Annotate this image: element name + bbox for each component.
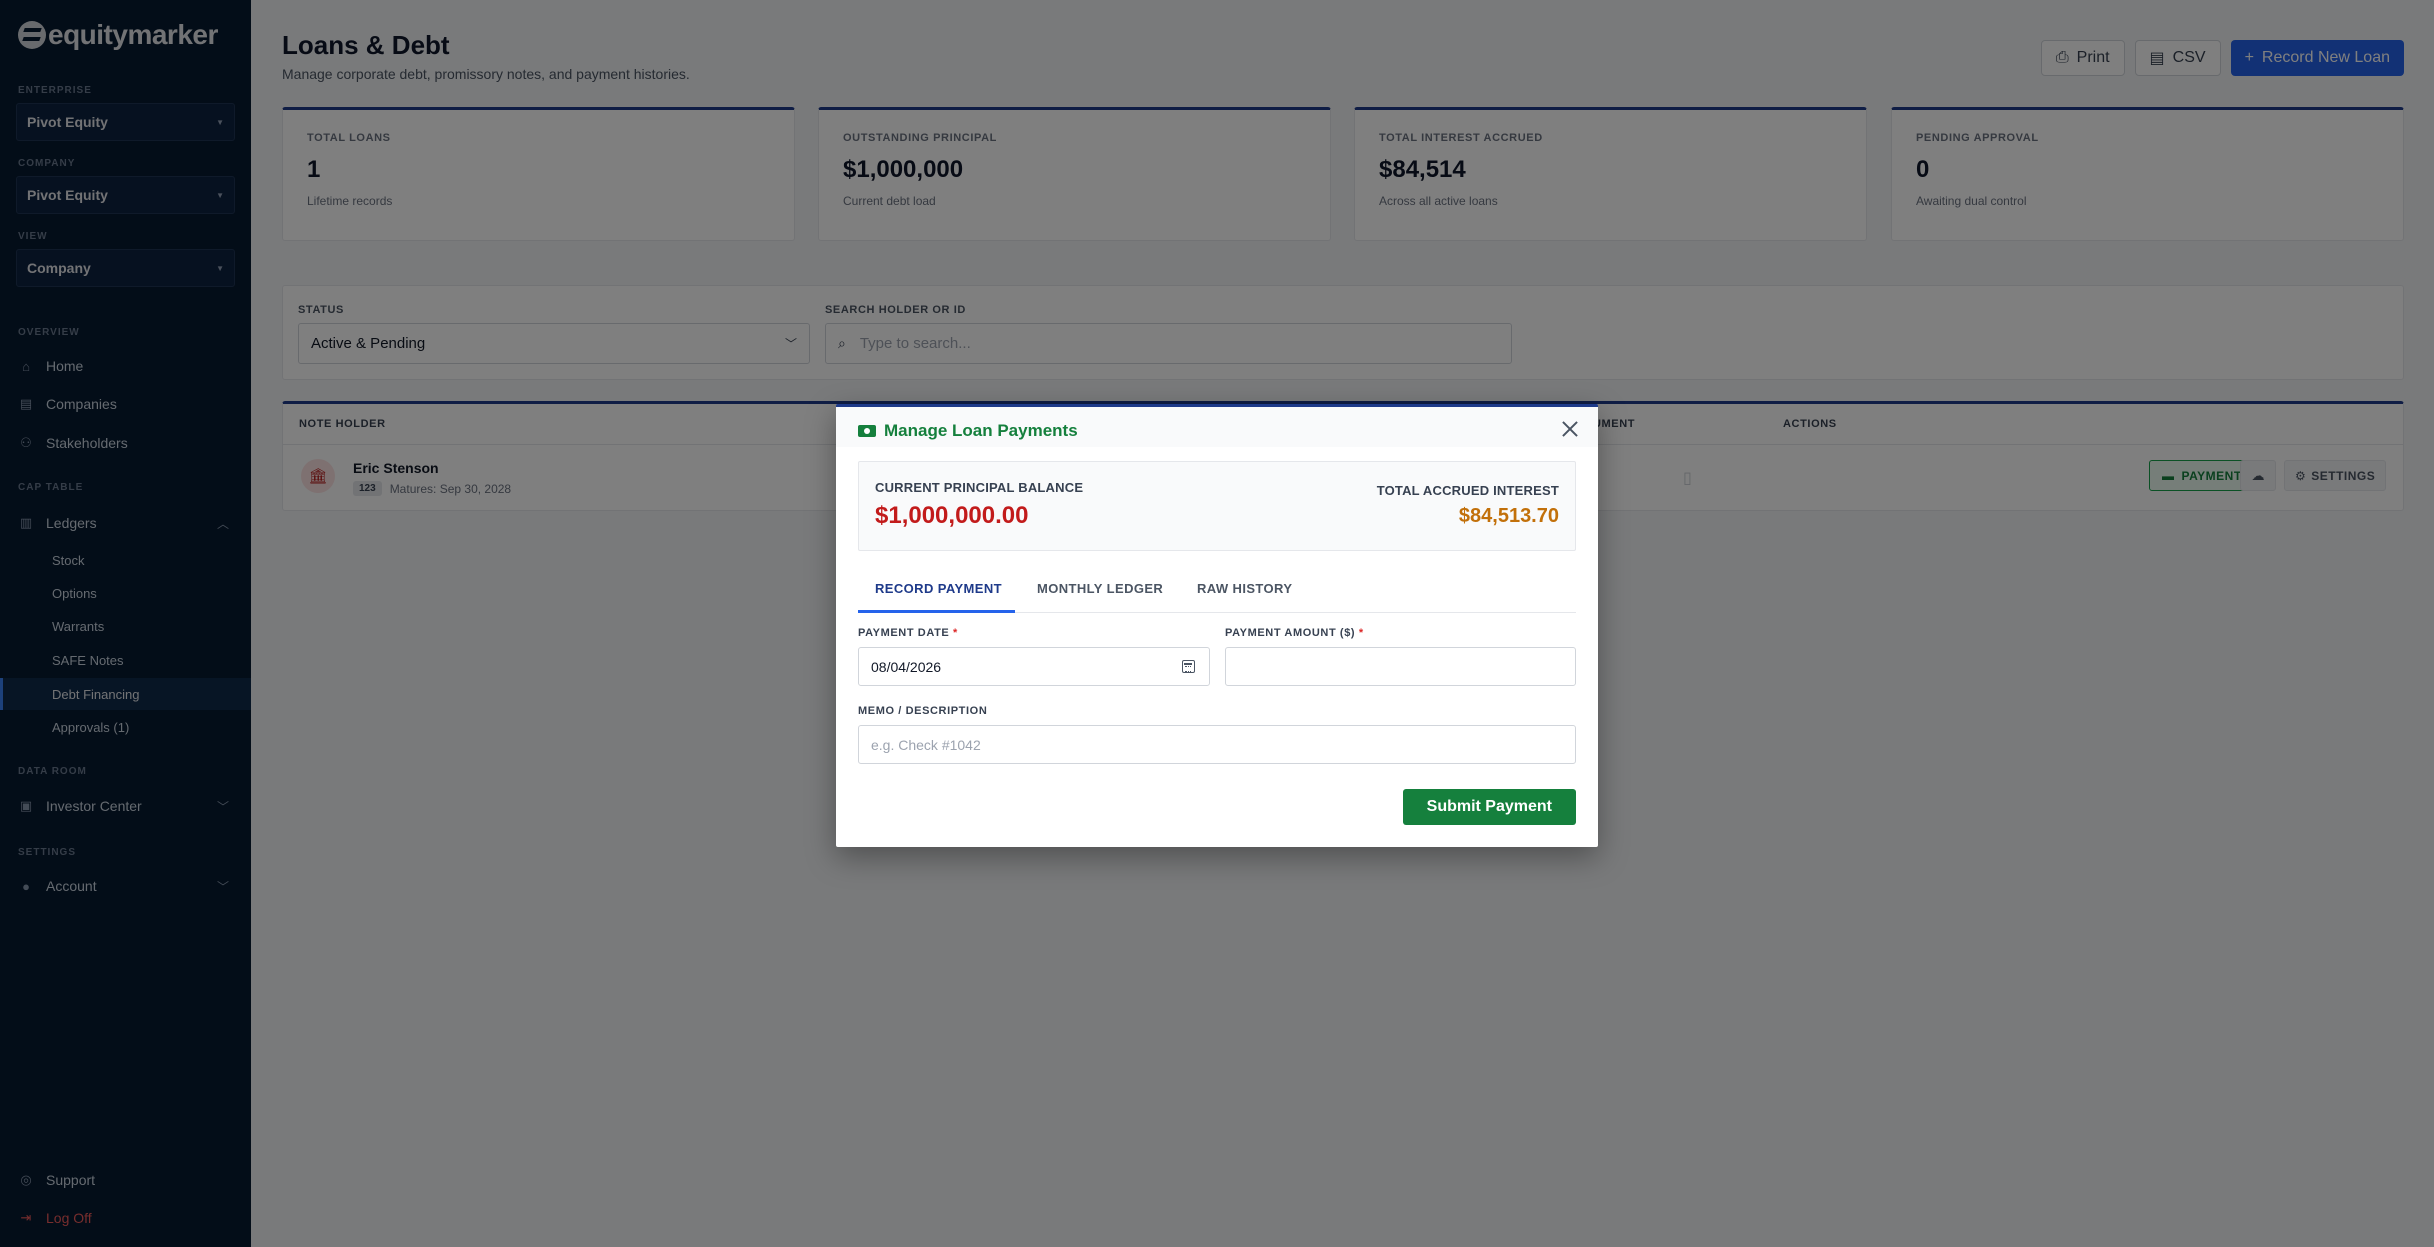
tab-monthly-ledger[interactable]: MONTHLY LEDGER — [1037, 581, 1163, 596]
submit-payment-button[interactable]: Submit Payment — [1402, 789, 1576, 825]
payment-date-input[interactable]: 08/04/2026 — [858, 647, 1210, 686]
memo-label: MEMO / DESCRIPTION — [858, 705, 988, 717]
balance-summary: CURRENT PRINCIPAL BALANCE $1,000,000.00 … — [858, 461, 1576, 551]
payment-amount-label: PAYMENT AMOUNT ($) * — [1225, 627, 1364, 639]
payment-amount-label-text: PAYMENT AMOUNT ($) — [1225, 627, 1356, 639]
interest-value: $84,513.70 — [1458, 505, 1559, 527]
principal-label: CURRENT PRINCIPAL BALANCE — [875, 480, 1084, 495]
calendar-icon[interactable] — [1182, 660, 1195, 673]
required-marker: * — [953, 627, 958, 639]
close-icon[interactable] — [1560, 419, 1580, 439]
payment-date-value: 08/04/2026 — [871, 658, 942, 675]
manage-loan-payments-modal: Manage Loan Payments CURRENT PRINCIPAL B… — [836, 404, 1598, 847]
payment-date-label: PAYMENT DATE * — [858, 627, 958, 639]
active-tab-indicator — [858, 610, 1015, 613]
modal-title: Manage Loan Payments — [858, 421, 1078, 441]
memo-input[interactable]: e.g. Check #1042 — [858, 725, 1576, 764]
payment-amount-input[interactable] — [1225, 647, 1576, 686]
tab-record-payment[interactable]: RECORD PAYMENT — [875, 581, 1002, 596]
tab-raw-history[interactable]: RAW HISTORY — [1197, 581, 1292, 596]
required-marker: * — [1358, 627, 1364, 639]
interest-label: TOTAL ACCRUED INTEREST — [1376, 483, 1559, 498]
modal-title-text: Manage Loan Payments — [884, 421, 1078, 440]
memo-placeholder: e.g. Check #1042 — [871, 736, 981, 753]
modal-tabs: RECORD PAYMENT MONTHLY LEDGER RAW HISTOR… — [858, 565, 1576, 613]
money-bill-icon — [858, 425, 876, 437]
principal-value: $1,000,000.00 — [875, 502, 1029, 529]
payment-date-label-text: PAYMENT DATE — [858, 627, 950, 639]
